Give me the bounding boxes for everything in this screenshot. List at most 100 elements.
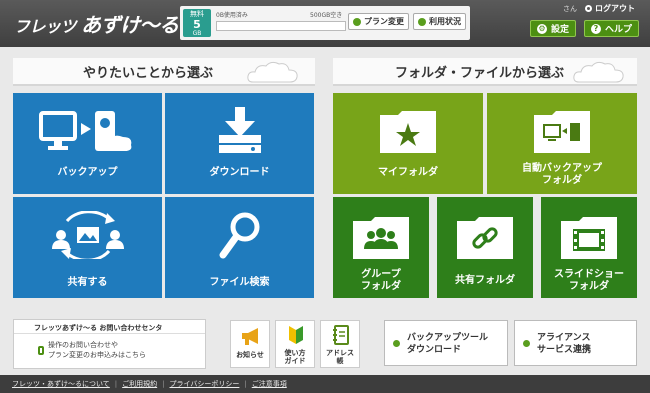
right-section-title: フォルダ・ファイルから選ぶ: [395, 65, 565, 81]
news-button[interactable]: お知らせ: [230, 320, 270, 368]
contact-line2: プラン変更のお申込みはこちら: [48, 351, 146, 359]
slideshow-folder-label: スライドショー フォルダ: [541, 269, 637, 293]
contact-description: 操作のお問い合わせや プラン変更のお申込みはこちら: [48, 340, 146, 360]
settings-button[interactable]: ⚙ 設定: [530, 20, 577, 37]
bullet-icon: [353, 17, 361, 26]
user-guide-button[interactable]: 使い方 ガイド: [275, 320, 315, 368]
cloud-icon: [247, 61, 298, 83]
backup-tile[interactable]: バックアップ: [13, 93, 162, 194]
address-book-button[interactable]: アドレス 帳: [320, 320, 360, 368]
free-unit: GB: [192, 30, 202, 37]
help-icon: ?: [591, 23, 601, 34]
left-section-header: やりたいことから選ぶ: [13, 58, 315, 86]
group-folder-icon: [353, 217, 409, 259]
auto-backup-folder-label-line2: フォルダ: [542, 175, 582, 186]
user-guide-line1: 使い方: [284, 349, 306, 357]
settings-label: 設定: [551, 25, 570, 35]
usage-status-label: 利用状況: [429, 17, 461, 26]
footer-link-terms[interactable]: ご利用規約: [122, 379, 157, 389]
plan-change-button[interactable]: プラン変更: [348, 13, 409, 30]
bullet-icon: [393, 340, 400, 347]
slideshow-folder-icon: [561, 217, 617, 259]
footer-separator: |: [114, 380, 118, 388]
bullet-icon: [418, 17, 426, 26]
alliance-service-line2: サービス連携: [537, 345, 592, 355]
footer-separator: |: [162, 380, 165, 388]
backup-tool-download-button[interactable]: バックアップツール ダウンロード: [384, 320, 508, 366]
alliance-service-label: アライアンス サービス連携: [537, 332, 591, 356]
group-folder-label-line2: フォルダ: [361, 281, 401, 292]
user-name: さん: [563, 5, 577, 13]
logout-label: ログアウト: [595, 4, 635, 13]
footer-link-privacy[interactable]: プライバシーポリシー: [170, 379, 240, 389]
logout-link[interactable]: ログアウト: [585, 3, 635, 14]
megaphone-icon: [242, 328, 258, 345]
free-size: 5: [193, 18, 201, 31]
address-book-label: アドレス 帳: [321, 349, 359, 365]
right-section-header: フォルダ・ファイルから選ぶ: [333, 58, 637, 86]
beginner-mark-icon: [289, 326, 303, 344]
backup-label: バックアップ: [57, 167, 118, 178]
auto-backup-folder-label-line1: 自動バックアップ: [522, 163, 602, 174]
auto-backup-folder-label: 自動バックアップ フォルダ: [487, 163, 637, 187]
shared-folder-label: 共有フォルダ: [455, 275, 515, 286]
slideshow-folder-label-line1: スライドショー: [554, 269, 624, 280]
shared-folder-tile[interactable]: 共有フォルダ: [437, 197, 533, 298]
download-icon: [219, 107, 261, 153]
logout-icon: [585, 5, 592, 12]
user-guide-line2: ガイド: [284, 357, 306, 365]
my-folder-label: マイフォルダ: [378, 167, 438, 178]
download-label: ダウンロード: [209, 167, 270, 178]
slideshow-folder-tile[interactable]: スライドショー フォルダ: [541, 197, 637, 298]
logo-small: フレッツ: [14, 17, 77, 36]
file-search-tile[interactable]: ファイル検索: [165, 197, 314, 298]
footer-separator: |: [244, 380, 247, 388]
logo-big: あずけ〜る: [81, 13, 179, 37]
usage-label: 0B使用済み: [216, 12, 248, 19]
backup-tool-line2: ダウンロード: [407, 345, 462, 355]
help-button[interactable]: ? ヘルプ: [584, 20, 640, 37]
contact-center-box[interactable]: フレッツあずけ〜る お問い合わせセンタ 操作のお問い合わせや プラン変更のお申込…: [13, 319, 206, 369]
user-guide-label: 使い方 ガイド: [276, 349, 314, 365]
usage-bar: [216, 21, 346, 31]
contact-title: フレッツあずけ〜る お問い合わせセンタ: [14, 320, 205, 334]
backup-tool-line1: バックアップツール: [407, 333, 489, 343]
alliance-service-line1: アライアンス: [537, 333, 591, 343]
file-search-label: ファイル検索: [209, 277, 270, 288]
header: フレッツ あずけ〜る 無料 5 GB 0B使用済み 500GB空き プラン変更 …: [0, 0, 650, 47]
left-section-title: やりたいことから選ぶ: [83, 65, 214, 81]
my-folder-tile[interactable]: マイフォルダ: [333, 93, 483, 194]
group-folder-tile[interactable]: グループ フォルダ: [333, 197, 429, 298]
gear-icon: ⚙: [537, 23, 547, 34]
address-book-line1: アドレス: [326, 349, 354, 357]
address-book-icon: [333, 325, 349, 345]
slideshow-folder-label-line2: フォルダ: [569, 281, 609, 292]
contact-line1: 操作のお問い合わせや: [48, 341, 118, 349]
auto-backup-folder-tile[interactable]: 自動バックアップ フォルダ: [487, 93, 637, 194]
usage-status-button[interactable]: 利用状況: [413, 13, 466, 30]
free-space-label: 500GB空き: [310, 12, 343, 19]
backup-icon: [39, 111, 132, 151]
group-folder-label: グループ フォルダ: [333, 269, 429, 293]
address-book-line2: 帳: [336, 357, 344, 365]
auto-backup-folder-icon: [534, 111, 590, 153]
footer-link-about[interactable]: フレッツ・あずけ〜るについて: [12, 379, 110, 389]
my-folder-icon: [380, 111, 436, 153]
download-tile[interactable]: ダウンロード: [165, 93, 314, 194]
free-plan-badge: 無料 5 GB: [183, 9, 211, 37]
footer: フレッツ・あずけ〜るについて | ご利用規約 | プライバシーポリシー | ご注…: [0, 375, 650, 393]
share-label: 共有する: [67, 277, 108, 288]
backup-tool-download-label: バックアップツール ダウンロード: [407, 332, 488, 356]
cloud-icon: [573, 61, 624, 83]
bullet-icon: [523, 340, 530, 347]
footer-link-notes[interactable]: ご注意事項: [252, 379, 287, 389]
shared-folder-icon: [457, 217, 513, 259]
app-logo[interactable]: フレッツ あずけ〜る: [14, 9, 179, 38]
phone-icon: [38, 346, 44, 355]
plan-change-label: プラン変更: [364, 17, 404, 26]
magnifier-icon: [219, 212, 260, 259]
alliance-service-button[interactable]: アライアンス サービス連携: [514, 320, 637, 366]
share-tile[interactable]: 共有する: [13, 197, 162, 298]
news-label: お知らせ: [236, 351, 264, 359]
share-icon: [52, 211, 124, 259]
